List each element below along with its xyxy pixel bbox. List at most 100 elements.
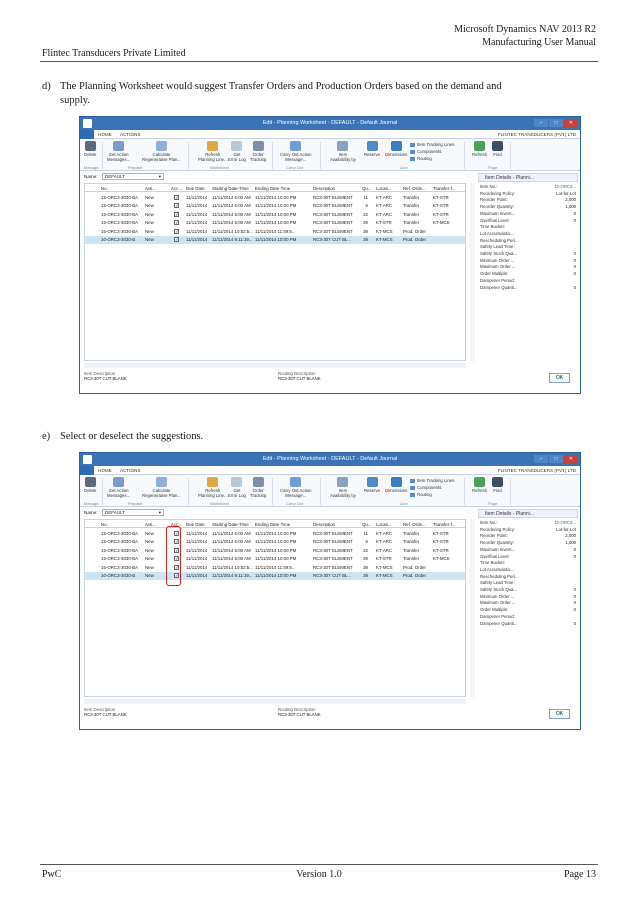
table-row[interactable]: 15-ORC3-3030-BA New 11/11/2014 11/11/2014 6… (85, 202, 465, 210)
accept-checkbox[interactable]: ✓ (174, 203, 179, 208)
delete-button[interactable]: Delete (84, 141, 96, 157)
accept-checkbox[interactable]: ✓ (174, 228, 179, 234)
table-row[interactable]: 15-ORC3-3030-BA New 11/11/2014 11/11/2014 6… (85, 210, 465, 218)
column-header[interactable]: Acc... (171, 186, 182, 191)
carry-out-action-icon (290, 477, 302, 487)
column-header[interactable]: Qu... (362, 186, 372, 191)
column-header[interactable]: No. (101, 522, 108, 527)
get-action-messages-button[interactable]: Get Action Messages... (107, 141, 130, 162)
table-row[interactable]: 10-ORC3-3030-B New 11/11/2014 11/11/2014 9:… (85, 571, 465, 580)
get-error-log-button[interactable]: Get Error Log (228, 477, 246, 498)
column-header[interactable]: Starting Date-Time (212, 186, 249, 191)
table-row[interactable]: 15-ORC3-3030-BA New 11/11/2014 11/11/2014 6… (85, 193, 465, 201)
find-button[interactable]: Find (492, 141, 503, 157)
tab-actions[interactable]: ACTIONS (120, 132, 140, 137)
item-availability-button[interactable]: Item Availability by (330, 477, 356, 498)
delete-button[interactable]: Delete (84, 477, 96, 493)
table-row[interactable]: 15-ORC3-3030-BA New 11/11/2014 11/11/2014 6… (85, 219, 465, 227)
column-header[interactable]: Ref. Orde... (403, 522, 426, 527)
table-row[interactable]: 10-ORC3-3030-B New 11/11/2014 11/11/2014 9:… (85, 235, 465, 244)
maximize-icon[interactable]: □ (549, 455, 563, 463)
dimensions-button[interactable]: Dimensions (385, 477, 407, 493)
tab-actions[interactable]: ACTIONS (120, 468, 140, 473)
dimensions-button[interactable]: Dimensions (385, 141, 407, 157)
routing-description-value: RC3-30T CUT BLANK (278, 376, 321, 381)
table-row[interactable]: 15-ORC3-3030-BA New 11/11/2014 11/11/2014 1… (85, 227, 465, 235)
name-select[interactable]: DEFAULT ▾ (102, 509, 164, 516)
column-header[interactable]: Acti... (145, 186, 156, 191)
column-header[interactable]: Transfer-f... (433, 186, 456, 191)
column-header[interactable]: Ending Date-Time (255, 522, 290, 527)
accept-checkbox[interactable]: ✓ (174, 194, 179, 200)
item-tracking-lines-button[interactable]: Item Tracking Lines (410, 142, 454, 147)
table-row[interactable]: 15-ORC3-3030-BA New 11/11/2014 11/11/2014 6… (85, 538, 465, 546)
factbox-field-value: 0 (573, 284, 576, 290)
refresh-planning-line-button[interactable]: Refresh Planning Line... (198, 141, 228, 162)
table-row[interactable]: 15-ORC3-3030-BA New 11/11/2014 11/11/2014 6… (85, 555, 465, 563)
table-row[interactable]: 15-ORC3-3030-BA New 11/11/2014 11/11/2014 6… (85, 529, 465, 537)
column-header[interactable]: Locati... (376, 186, 391, 191)
routing-button[interactable]: Routing (410, 492, 432, 497)
refresh-button[interactable]: Refresh (472, 141, 487, 157)
table-cell: Prod. Order (403, 237, 426, 242)
ok-button[interactable]: OK (549, 373, 570, 383)
tab-home[interactable]: HOME (98, 132, 112, 137)
routing-button[interactable]: Routing (410, 156, 432, 161)
refresh-planning-line-button[interactable]: Refresh Planning Line... (198, 477, 228, 498)
minimize-icon[interactable]: – (534, 455, 548, 463)
item-details-factbox-title[interactable]: Item Details - Planni... (478, 173, 578, 182)
column-header[interactable]: Qu... (362, 522, 372, 527)
table-cell: 11/11/2014 (186, 228, 208, 234)
order-tracking-button[interactable]: Order Tracking (250, 141, 266, 162)
minimize-icon[interactable]: – (534, 119, 548, 127)
calculate-plan-button[interactable]: Calculate Regenerative Plan... (142, 141, 181, 162)
column-header[interactable]: Acti... (145, 522, 156, 527)
column-header[interactable]: Ref. Orde... (403, 186, 426, 191)
column-header[interactable]: Ending Date-Time (255, 186, 290, 191)
find-button[interactable]: Find (492, 477, 503, 493)
components-button[interactable]: Components (410, 149, 441, 154)
close-icon[interactable]: ✕ (564, 455, 578, 463)
components-button[interactable]: Components (410, 485, 441, 490)
reserve-button[interactable]: Reserve (364, 141, 380, 157)
column-header[interactable]: Transfer-f... (433, 522, 456, 527)
name-select[interactable]: DEFAULT ▾ (102, 173, 164, 180)
item-availability-button[interactable]: Item Availability by (330, 141, 356, 162)
tab-home[interactable]: HOME (98, 468, 112, 473)
reserve-button[interactable]: Reserve (364, 477, 380, 493)
item-tracking-lines-button[interactable]: Item Tracking Lines (410, 478, 454, 483)
get-action-messages-button[interactable]: Get Action Messages... (107, 477, 130, 498)
carry-out-action-button[interactable]: Carry Out Action Message... (280, 141, 312, 162)
accept-checkbox[interactable]: ✓ (174, 220, 179, 225)
table-cell: Transfer (403, 203, 420, 208)
vertical-scrollbar[interactable] (470, 183, 475, 361)
file-menu-button[interactable] (80, 130, 94, 139)
get-error-log-button[interactable]: Get Error Log (228, 141, 246, 162)
item-availability-button-label: Availability by (330, 493, 356, 498)
table-row[interactable]: 15-ORC3-3030-BA New 11/11/2014 11/11/2014 1… (85, 563, 465, 571)
column-header[interactable]: Due Date (186, 522, 205, 527)
carry-out-action-button[interactable]: Carry Out Action Message... (280, 477, 312, 498)
ok-button[interactable]: OK (549, 709, 570, 719)
column-header[interactable]: Description (313, 186, 335, 191)
column-header[interactable]: Due Date (186, 186, 205, 191)
order-tracking-button[interactable]: Order Tracking (250, 477, 266, 498)
horizontal-scrollbar[interactable] (84, 363, 466, 368)
factbox-field-value[interactable]: 10-ORC3... (554, 520, 576, 525)
table-row[interactable]: 15-ORC3-3030-BA New 11/11/2014 11/11/2014 6… (85, 546, 465, 554)
file-menu-button[interactable] (80, 466, 94, 475)
maximize-icon[interactable]: □ (549, 119, 563, 127)
vertical-scrollbar[interactable] (470, 519, 475, 697)
factbox-field-value[interactable]: 10-ORC3... (554, 184, 576, 189)
column-header[interactable]: Description (313, 522, 335, 527)
item-details-factbox-title[interactable]: Item Details - Planni... (478, 509, 578, 518)
column-header[interactable]: Locati... (376, 522, 391, 527)
horizontal-scrollbar[interactable] (84, 699, 466, 704)
refresh-button[interactable]: Refresh (472, 477, 487, 493)
accept-checkbox[interactable]: ✓ (174, 237, 179, 242)
close-icon[interactable]: ✕ (564, 119, 578, 127)
accept-checkbox[interactable]: ✓ (174, 211, 179, 217)
column-header[interactable]: Starting Date-Time (212, 522, 249, 527)
column-header[interactable]: No. (101, 186, 108, 191)
calculate-plan-button[interactable]: Calculate Regenerative Plan... (142, 477, 181, 498)
